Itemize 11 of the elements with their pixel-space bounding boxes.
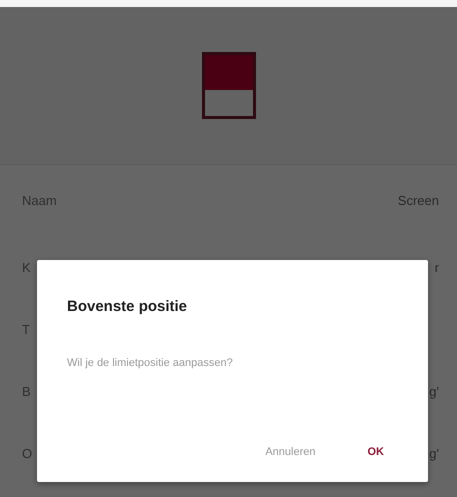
row-label: K [22,259,31,278]
row-label: O [22,445,32,464]
dialog-title: Bovenste positie [67,297,188,317]
row-value: r [434,259,439,278]
dialog-message: Wil je de limietpositie aanpassen? [67,356,234,370]
row-value: g' [429,383,439,402]
row-label: Naam [22,192,57,210]
blind-icon [202,52,256,119]
row-value: Screen [398,192,439,210]
ok-button[interactable]: OK [354,438,398,466]
row-value: g' [429,445,439,464]
